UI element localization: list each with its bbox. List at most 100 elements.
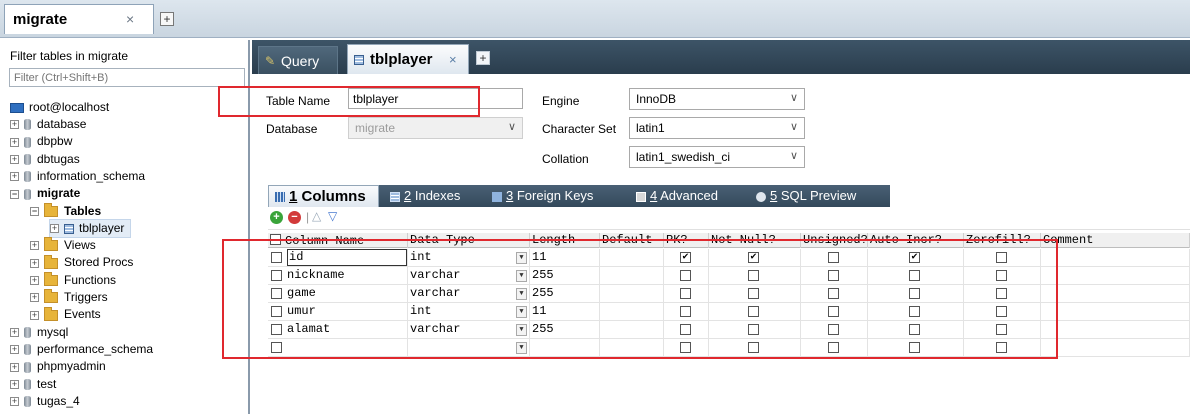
charset-select[interactable]: latin1 ∨ [629,117,805,139]
tab-query-label: Query [281,53,320,69]
tab-sql-preview[interactable]: 5 SQL Preview [756,185,856,207]
expand-icon[interactable]: + [10,379,19,389]
expand-icon[interactable]: + [30,310,39,320]
columns-toolbar: + − | △ ▽ [268,208,1190,230]
tree-item-label: Events [64,307,101,322]
grid-header-cell[interactable]: Comment [1041,233,1190,248]
tab-advanced-label: Advanced [657,188,718,203]
collapse-icon[interactable]: − [10,189,19,199]
object-browser: Filter tables in migrate root@localhost … [0,40,250,414]
expand-icon[interactable]: + [30,293,39,303]
comment-cell[interactable] [1041,303,1190,321]
server-icon [10,102,24,113]
database-icon [24,136,31,148]
collapse-icon[interactable]: − [30,206,39,216]
add-column-icon[interactable]: + [270,211,283,224]
tree-item-label: Triggers [64,290,108,304]
collation-select[interactable]: latin1_swedish_ci ∨ [629,146,805,168]
tree-item-label: mysql [37,324,69,339]
expand-icon[interactable]: + [30,241,39,251]
tab-tblplayer[interactable]: tblplayer × [347,44,469,74]
tab-columns[interactable]: 1 Columns [268,185,379,207]
tree-item-dbpbw[interactable]: + dbpbw [10,133,72,150]
tree-item-label: Stored Procs [64,255,134,270]
expand-icon[interactable]: + [10,345,19,355]
tree-item-label: Views [64,238,96,253]
editor-subtabs: 1 Columns 2 Indexes 3 Foreign Keys 4 Adv… [268,185,890,207]
tree-item-label: database [37,117,87,131]
tab-foreign-keys[interactable]: 3 Foreign Keys [492,185,593,207]
expand-icon[interactable]: + [10,172,19,182]
filter-tables-input[interactable] [9,68,245,87]
tab-query[interactable]: ✎ Query [258,46,338,74]
connection-tab-migrate[interactable]: migrate × [4,4,154,34]
database-icon [24,119,31,131]
expand-icon[interactable]: + [30,258,39,268]
expand-icon[interactable]: + [10,154,19,164]
tab-advanced[interactable]: 4 Advanced [636,185,718,207]
database-select[interactable]: migrate ∨ [348,117,523,139]
comment-cell[interactable] [1041,321,1190,339]
comment-cell[interactable] [1041,267,1190,285]
expand-icon[interactable]: + [50,224,59,234]
remove-column-icon[interactable]: − [288,211,301,224]
collation-value: latin1_swedish_ci [636,150,731,164]
expand-icon[interactable]: + [30,276,39,286]
tree-server-root[interactable]: root@localhost [10,99,109,116]
tree-item-label: dbtugas [37,151,80,166]
charset-label: Character Set [542,122,617,136]
chevron-down-icon: ∨ [789,92,798,104]
tree-item-performance-schema[interactable]: + performance_schema [10,341,153,358]
expand-icon[interactable]: + [10,327,19,337]
database-icon [24,344,31,356]
folder-icon [44,289,58,304]
add-tab-button[interactable]: + [476,51,490,65]
tree-item-dbtugas[interactable]: + dbtugas [10,151,80,168]
tree-item-views[interactable]: + Views [30,237,96,254]
tree-item-triggers[interactable]: + Triggers [30,289,108,306]
comment-cell[interactable] [1041,285,1190,303]
tree-item-functions[interactable]: + Functions [30,272,116,289]
tree-item-migrate[interactable]: − migrate [10,185,80,202]
tab-foreign-keys-label: Foreign Keys [513,188,594,203]
close-icon[interactable]: × [449,52,457,67]
tree-item-database[interactable]: + database [10,116,86,133]
tree-item-label: performance_schema [37,341,154,356]
tree-item-label: test [37,376,57,391]
tree-item-tables[interactable]: − Tables [30,202,101,220]
chevron-down-icon: ∨ [789,150,798,162]
expand-icon[interactable]: + [10,120,19,130]
database-icon [24,361,31,373]
close-icon[interactable]: × [126,11,134,27]
tree-item-events[interactable]: + Events [30,306,101,323]
tree-item-test[interactable]: + test [10,376,56,393]
tree-item-tugas-4[interactable]: + tugas_4 [10,393,80,410]
tab-columns-label: Columns [297,188,366,205]
database-icon [24,396,31,408]
move-down-icon[interactable]: ▽ [328,209,337,223]
expand-icon[interactable]: + [10,397,19,407]
tab-indexes-label: Indexes [411,188,461,203]
database-icon [24,326,31,338]
tree-item-mysql[interactable]: + mysql [10,324,68,341]
database-icon [24,188,31,200]
engine-select[interactable]: InnoDB ∨ [629,88,805,110]
comment-cell[interactable] [1041,249,1190,267]
tree-item-stored-procs[interactable]: + Stored Procs [30,254,133,271]
tree-item-label: information_schema [37,168,146,183]
engine-value: InnoDB [636,92,677,106]
move-up-icon[interactable]: △ [312,209,321,223]
database-icon [24,171,31,183]
comment-cell[interactable] [1041,339,1190,357]
add-connection-button[interactable]: + [160,12,174,26]
editor-tab-strip: ✎ Query tblplayer × + [252,40,1190,74]
tree-item-phpmyadmin[interactable]: + phpmyadmin [10,358,106,375]
tab-indexes[interactable]: 2 Indexes [390,185,460,207]
tree-item-tblplayer[interactable]: + tblplayer [48,218,132,238]
toolbar-separator: | [306,210,310,224]
advanced-icon [636,191,646,202]
tree-item-information-schema[interactable]: + information_schema [10,168,145,185]
filter-label: Filter tables in migrate [10,49,129,63]
expand-icon[interactable]: + [10,362,19,372]
expand-icon[interactable]: + [10,137,19,147]
